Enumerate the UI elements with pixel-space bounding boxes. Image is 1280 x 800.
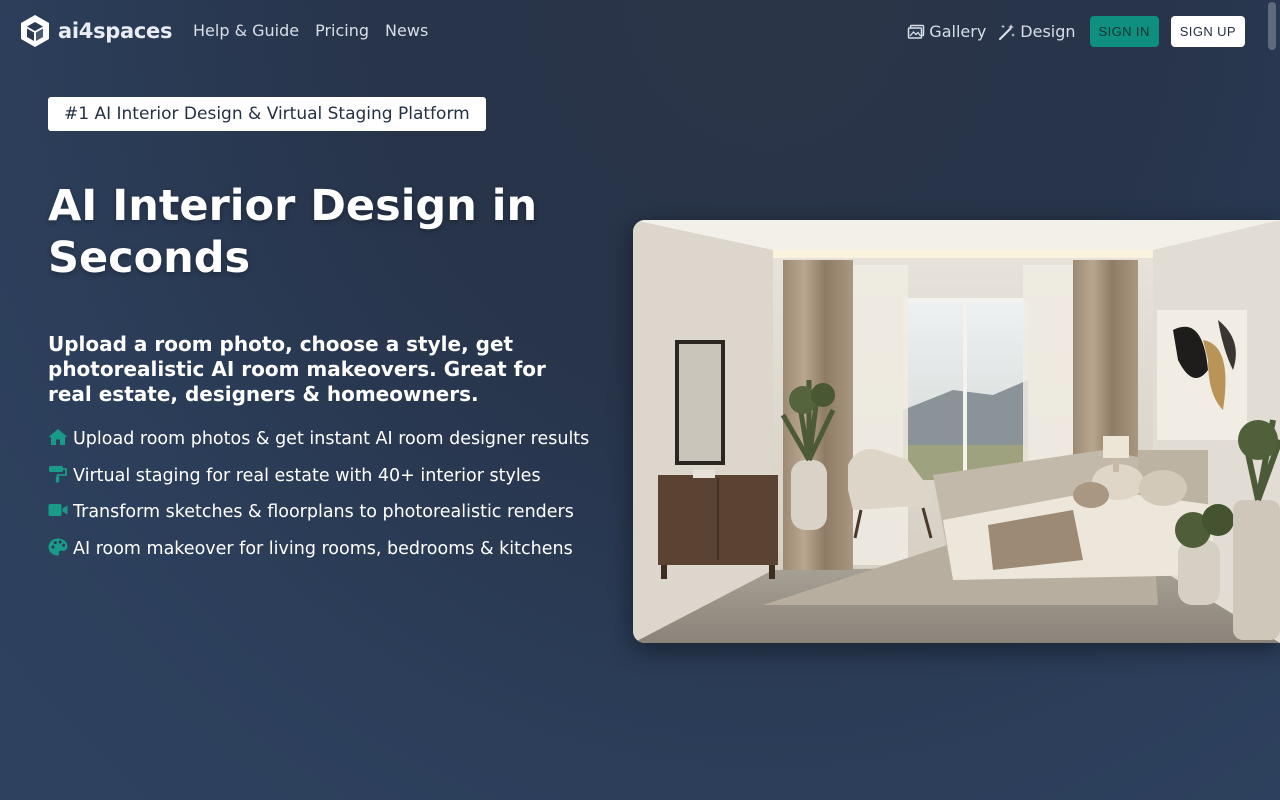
feature-list: Upload room photos & get instant AI room… [48,425,593,571]
feature-text: Transform sketches & floorplans to photo… [73,502,574,522]
feature-text: AI room makeover for living rooms, bedro… [73,538,573,559]
gallery-icon [908,24,925,39]
top-navbar: ai4spaces Help & Guide Pricing News Gall… [0,0,1280,64]
cube-icon [21,15,49,47]
palette-icon [48,538,68,555]
feature-text: Virtual staging for real estate with 40+… [73,465,541,486]
page-scrollbar[interactable] [1264,0,1280,800]
nav-link-pricing[interactable]: Pricing [315,21,369,40]
feature-item: Upload room photos & get instant AI room… [48,425,593,454]
video-camera-icon [48,504,68,516]
hero-bedroom-image [633,220,1280,643]
sign-in-button[interactable]: SIGN IN [1089,16,1159,47]
nav-links: Help & Guide Pricing News [193,21,428,40]
feature-item: AI room makeover for living rooms, bedro… [48,535,593,564]
bedroom-illustration [633,220,1280,643]
feature-item: Transform sketches & floorplans to photo… [48,498,593,527]
feature-text: Upload room photos & get instant AI room… [73,429,590,449]
feature-item: Virtual staging for real estate with 40+… [48,462,593,491]
hero-title: AI Interior Design in Seconds [48,181,538,283]
nav-actions: Gallery Design SIGN IN SIGN UP [907,16,1245,47]
gallery-label: Gallery [929,22,987,41]
scrollbar-thumb[interactable] [1268,2,1276,50]
paint-roller-icon [49,465,67,482]
magic-wand-icon [999,23,1016,40]
design-link[interactable]: Design [998,22,1076,41]
gallery-link[interactable]: Gallery [907,22,986,41]
nav-link-help-guide[interactable]: Help & Guide [193,21,299,40]
hero-subtitle: Upload a room photo, choose a style, get… [48,332,546,406]
sign-up-button[interactable]: SIGN UP [1170,16,1245,47]
brand-logo[interactable]: ai4spaces [20,14,172,48]
design-label: Design [1020,22,1076,41]
platform-badge: #1 AI Interior Design & Virtual Staging … [48,97,486,131]
brand-name: ai4spaces [58,19,173,43]
home-icon [48,429,68,445]
nav-link-news[interactable]: News [385,21,428,40]
